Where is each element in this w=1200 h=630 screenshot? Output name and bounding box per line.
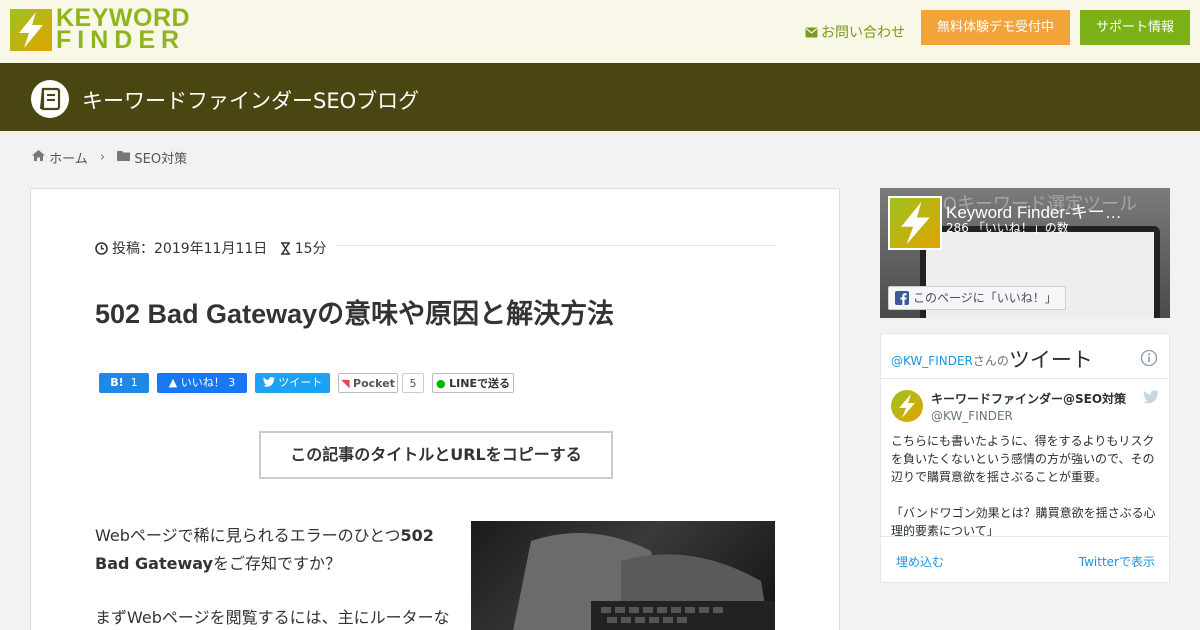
support-info-button[interactable]: サポート情報 [1080,10,1190,45]
post-meta: 投稿：2019年11月11日 15分 [95,238,327,258]
tweet-text-line2: 「バンドワゴン効果とは？購買意欲を揺さぶる心理的要素について」 [891,506,1156,536]
tweet-button[interactable]: ツイート [255,373,330,393]
paragraph-1-prefix: Webページで稀に見られるエラーのひとつ [95,526,401,545]
paragraph-1: Webページで稀に見られるエラーのひとつ502 Bad Gatewayをご存知で… [95,522,465,578]
breadcrumb-category[interactable]: SEO対策 [134,148,187,167]
contact-link[interactable]: お問い合わせ [805,22,905,42]
breadcrumb: ホーム › SEO対策 [32,148,187,167]
blog-title-bar: キーワードファインダーSEOブログ [0,63,1200,131]
paragraph-2: まずWebページを閲覧するには、主にルーターな [95,608,450,627]
twitter-divider [881,378,1169,379]
hatena-count: 1 [130,376,138,389]
info-icon[interactable] [1140,349,1158,367]
site-logo[interactable]: KEYWORD FINDER [10,6,190,54]
pocket-icon: ◥ [341,377,350,390]
line-icon: ● [436,377,446,390]
free-demo-button[interactable]: 無料体験デモ受付中 [921,10,1070,45]
tweet-author-handle[interactable]: @KW_FINDER [931,409,1013,423]
pocket-button[interactable]: ◥ Pocket [338,373,398,393]
contact-label: お問い合わせ [821,25,905,41]
paragraph-1-suffix: をご存知ですか？ [212,554,341,573]
hourglass-icon [280,242,290,255]
tweet-label: ツイート [278,376,323,389]
clock-icon [95,242,108,255]
twitter-widget-heading: ツイート [1008,348,1093,372]
meta-divider [336,245,776,246]
folder-icon [117,150,131,165]
hatena-label: B! [110,376,124,389]
site-header: KEYWORD FINDER お問い合わせ 無料体験デモ受付中 サポート情報 [0,0,1200,63]
twitter-bird-icon [262,377,275,387]
fb-like-count: 286 「いいね！」の数 [946,221,1069,235]
article-image-typing-hands [471,521,775,630]
breadcrumb-home[interactable]: ホーム [49,148,88,167]
facebook-page-widget[interactable]: SEOキーワード選定ツール Keyword Finder-キー… 286 「いい… [880,188,1170,318]
hatena-bookmark-button[interactable]: B! 1 [99,373,149,393]
lightning-logo-icon [10,9,52,51]
facebook-icon [895,291,909,305]
twitter-bird-icon[interactable] [1143,390,1159,404]
pocket-label: Pocket [353,377,395,390]
fb-like-count: 3 [228,376,236,389]
twitter-avatar-icon[interactable] [891,390,923,422]
read-time: 15分 [294,241,327,257]
twitter-widget-header: @KW_FINDERさんのツイート [891,344,1093,374]
facebook-like-button[interactable]: ▲ いいね！ 3 [157,373,247,393]
view-on-twitter-link[interactable]: Twitterで表示 [1079,553,1155,570]
fb-page-like-button[interactable]: このページに「いいね！」 [888,286,1066,310]
tweet-text-line1: こちらにも書いたように、得をするよりもリスクを負いたくないという感情の方が強いの… [891,434,1155,484]
envelope-icon [805,27,818,38]
thumbs-up-icon: ▲ [168,376,178,389]
fb-page-like-label: このページに「いいね！」 [913,291,1057,305]
twitter-timeline-widget: @KW_FINDERさんのツイート キーワードファインダー@SEO対策 @KW_… [880,333,1170,583]
tweet-text: こちらにも書いたように、得をするよりもリスクを負いたくないという感情の方が強いの… [891,432,1161,536]
article-card: 投稿：2019年11月11日 15分 502 Bad Gatewayの意味や原因… [30,188,840,630]
keyword-finder-logo-icon[interactable] [888,196,942,250]
twitter-handle-link[interactable]: @KW_FINDER [891,354,973,368]
twitter-embed-link[interactable]: 埋め込む [896,553,944,570]
fb-like-label: いいね！ [180,376,225,389]
home-icon [32,150,45,165]
copy-title-url-button[interactable]: この記事のタイトルとURLをコピーする [259,431,613,479]
twitter-widget-footer: 埋め込む Twitterで表示 [881,536,1169,583]
post-date: 投稿：2019年11月11日 [112,241,268,257]
line-send-button[interactable]: ● LINEで送る [432,373,514,393]
chevron-right-icon: › [99,150,106,165]
line-label: LINEで送る [449,377,510,390]
blog-title[interactable]: キーワードファインダーSEOブログ [82,85,419,115]
post-title: 502 Bad Gatewayの意味や原因と解決方法 [95,299,615,329]
logo-line2: FINDER [56,26,186,54]
pocket-count: 5 [402,373,424,393]
article-body: Webページで稀に見られるエラーのひとつ502 Bad Gatewayをご存知で… [95,522,465,630]
twitter-san: さんの [972,354,1009,368]
tweet-author-name[interactable]: キーワードファインダー@SEO対策 [931,390,1126,407]
notebook-icon [31,80,69,118]
logo-wordmark: KEYWORD FINDER [56,6,190,54]
